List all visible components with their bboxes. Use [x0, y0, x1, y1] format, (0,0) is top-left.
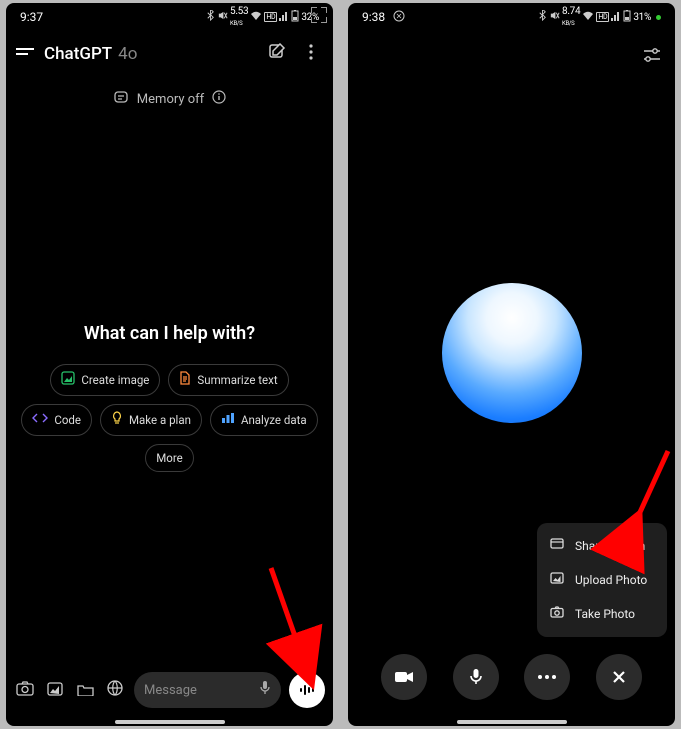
voice-orb: [442, 283, 582, 423]
settings-sliders-icon[interactable]: [643, 47, 661, 66]
document-icon: [179, 371, 191, 389]
status-time: 9:38: [362, 10, 385, 24]
code-icon: [32, 412, 48, 428]
menu-upload-photo[interactable]: Upload Photo: [537, 563, 667, 597]
battery-percent: 31%: [633, 12, 651, 23]
globe-icon[interactable]: [104, 680, 126, 700]
voice-header: [348, 29, 675, 66]
signal-icon: [611, 11, 621, 24]
chip-analyze[interactable]: Analyze data: [210, 404, 318, 436]
status-dot: [656, 15, 661, 20]
folder-icon[interactable]: [74, 681, 96, 700]
voice-mode-button[interactable]: [289, 672, 325, 708]
screenshot-selection-indicator: [311, 7, 327, 23]
phone-right: 9:38 8.74 KB/S HD: [348, 3, 675, 726]
gesture-bar: [457, 720, 567, 724]
screen-icon: [549, 538, 565, 554]
gesture-bar: [115, 720, 225, 724]
prompt-heading: What can I help with?: [16, 323, 323, 344]
input-placeholder: Message: [144, 683, 251, 698]
mute-icon: [217, 10, 228, 24]
photo-icon: [549, 572, 565, 588]
compose-icon[interactable]: [265, 43, 289, 65]
wifi-icon: [250, 11, 262, 24]
net-speed: 8.74 KB/S: [562, 6, 580, 28]
menu-icon[interactable]: [16, 44, 34, 65]
volte-icon: HD: [264, 12, 277, 22]
net-speed: 5.53 KB/S: [230, 6, 248, 28]
chip-plan[interactable]: Make a plan: [100, 404, 202, 436]
bluetooth-icon: [206, 10, 215, 24]
app-title[interactable]: ChatGPT 4o: [44, 44, 255, 64]
menu-take-photo[interactable]: Take Photo: [537, 597, 667, 631]
memory-label: Memory off: [137, 92, 204, 107]
video-button[interactable]: [381, 654, 427, 700]
voice-call-bar: [348, 654, 675, 700]
phone-left: 9:37 5.53 KB/S HD 32%: [6, 3, 333, 726]
message-input[interactable]: Message: [134, 672, 281, 708]
battery-icon: [623, 10, 631, 25]
status-time: 9:37: [20, 10, 43, 24]
wifi-icon: [582, 11, 594, 24]
bluetooth-icon: [538, 10, 547, 24]
memory-row[interactable]: Memory off: [6, 89, 333, 109]
more-button[interactable]: [524, 654, 570, 700]
info-icon[interactable]: [212, 90, 226, 108]
status-bar: 9:38 8.74 KB/S HD: [348, 3, 675, 29]
chatgpt-status-icon: [393, 10, 405, 25]
image-icon: [61, 371, 75, 389]
close-button[interactable]: [596, 654, 642, 700]
battery-icon: [291, 10, 299, 25]
status-bar: 9:37 5.53 KB/S HD 32%: [6, 3, 333, 29]
camera-icon: [549, 606, 565, 622]
menu-share-screen[interactable]: Share Screen: [537, 529, 667, 563]
chip-create-image[interactable]: Create image: [50, 364, 160, 396]
attach-menu: Share Screen Upload Photo Take Photo: [537, 523, 667, 637]
mute-icon: [549, 10, 560, 24]
chip-summarize[interactable]: Summarize text: [168, 364, 288, 396]
kebab-icon[interactable]: [299, 44, 323, 64]
gallery-icon[interactable]: [44, 681, 66, 700]
lightbulb-icon: [111, 411, 123, 429]
bottom-bar: Message: [6, 672, 333, 708]
memory-icon: [113, 89, 129, 109]
volte-icon: HD: [596, 12, 609, 22]
app-header: ChatGPT 4o: [6, 29, 333, 73]
suggestion-chips: Create image Summarize text Code Make a …: [16, 364, 323, 472]
camera-icon[interactable]: [14, 681, 36, 700]
signal-icon: [279, 11, 289, 24]
mic-button[interactable]: [453, 654, 499, 700]
chip-more[interactable]: More: [145, 444, 194, 472]
chip-code[interactable]: Code: [21, 404, 92, 436]
mic-icon[interactable]: [259, 680, 271, 700]
center-block: What can I help with? Create image Summa…: [6, 323, 333, 472]
chart-icon: [221, 412, 235, 428]
